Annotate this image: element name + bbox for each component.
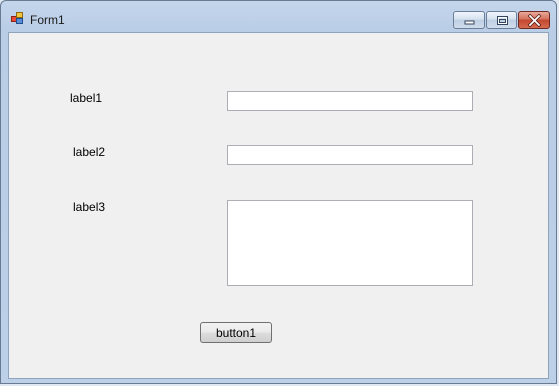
form-app-icon [11, 12, 23, 24]
window-title: Form1 [30, 13, 65, 27]
label1: label1 [70, 91, 103, 105]
maximize-button[interactable] [486, 11, 517, 29]
textbox1[interactable] [227, 91, 473, 111]
close-icon [527, 13, 542, 28]
close-button[interactable] [518, 11, 550, 29]
textbox2[interactable] [227, 145, 473, 165]
minimize-button[interactable] [453, 11, 485, 29]
button1[interactable]: button1 [200, 322, 272, 343]
textbox3-multiline[interactable] [227, 200, 473, 286]
label2: label2 [73, 145, 106, 159]
maximize-icon [497, 16, 508, 25]
minimize-icon [464, 20, 475, 25]
form1-window: Form1 label1 label2 label3 button1 [0, 0, 557, 384]
label3: label3 [73, 200, 106, 214]
title-bar[interactable]: Form1 [1, 1, 556, 33]
form-client-area: label1 label2 label3 button1 [8, 32, 549, 379]
